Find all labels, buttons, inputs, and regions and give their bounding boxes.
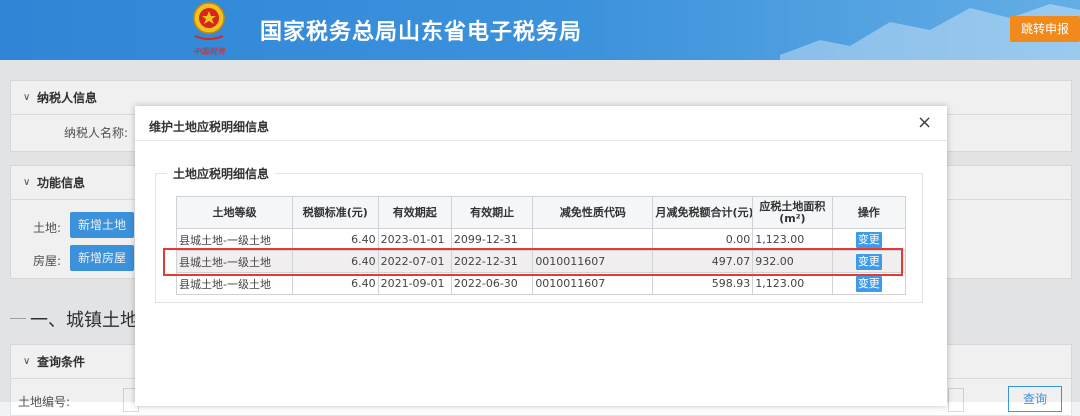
tax-emblem-icon: 中国税务	[193, 2, 226, 56]
row-highlight-box	[163, 248, 903, 276]
close-icon[interactable]: ×	[917, 112, 932, 133]
change-button[interactable]: 变更	[855, 275, 882, 292]
column-header: 减免性质代码	[532, 196, 654, 229]
column-header: 土地等级	[175, 196, 294, 229]
column-header: 操作	[831, 196, 907, 229]
fieldset-legend: 土地应税明细信息	[167, 165, 276, 182]
site-title: 国家税务总局山东省电子税务局	[260, 20, 583, 45]
column-header: 有效期止	[450, 196, 534, 229]
dialog-title: 维护土地应税明细信息	[149, 120, 270, 134]
table-header-row: 土地等级 税额标准(元) 有效期起 有效期止 减免性质代码 月减免税额合计(元)…	[175, 196, 907, 229]
land-tax-detail-table: 土地等级 税额标准(元) 有效期起 有效期止 减免性质代码 月减免税额合计(元)…	[175, 196, 907, 295]
column-header: 有效期起	[377, 196, 452, 229]
column-header: 应税土地面积(m²)	[752, 196, 833, 229]
column-header: 月减免税额合计(元)	[652, 196, 754, 229]
svg-text:中国税务: 中国税务	[193, 47, 226, 56]
dialog-divider	[135, 140, 947, 141]
column-header: 税额标准(元)	[292, 196, 379, 229]
change-button[interactable]: 变更	[855, 231, 882, 248]
site-header: 中国税务 国家税务总局山东省电子税务局 跳转申报	[0, 0, 1080, 60]
jump-to-declare-button[interactable]: 跳转申报	[1010, 16, 1080, 42]
